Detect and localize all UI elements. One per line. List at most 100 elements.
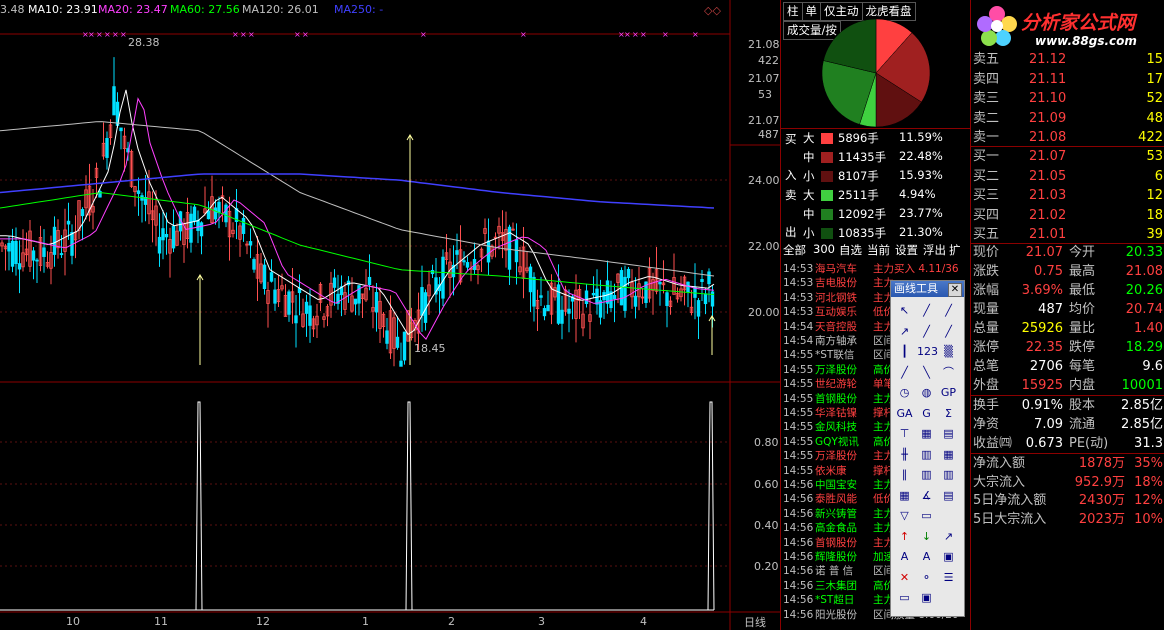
mid-tab[interactable]: 单 bbox=[801, 2, 821, 21]
radar-menu-item[interactable]: 自选 bbox=[839, 242, 862, 258]
close-icon[interactable]: ✕ bbox=[948, 283, 962, 297]
chart-canvas[interactable]: × × × × × × × × × × × × × × × × × × × bbox=[0, 0, 780, 630]
drawing-tool-button[interactable]: A bbox=[917, 547, 936, 566]
mid-tab[interactable]: 柱 bbox=[783, 2, 803, 21]
stat-label: 股本 bbox=[1069, 398, 1096, 413]
drawing-tool-window[interactable]: 画线工具 ✕ ↖ ╱ ╱ ↗ ╱ ╱ ┃ 123 ▒ ╱ ╲ ⌒ ◷ ◍ GP GA G Σ ⊤ ▦ ▤ ╫ ▥ ▦ ∥ ▥ ▥ ▦ ∡… bbox=[890, 280, 965, 617]
indicator-spike bbox=[405, 401, 413, 611]
drawing-tool-button[interactable]: ╱ bbox=[895, 363, 914, 382]
ask-row[interactable]: 卖四 21.11 17 bbox=[971, 70, 1164, 90]
bid-row[interactable]: 买三 21.03 12 bbox=[971, 186, 1164, 206]
bid-label: 买四 bbox=[973, 207, 1000, 223]
signal-mark: × bbox=[632, 30, 639, 39]
price-tick-label: 422 bbox=[758, 54, 779, 67]
ask-row[interactable]: 卖五 21.12 15 bbox=[971, 50, 1164, 70]
drawing-tool-button[interactable]: ☰ bbox=[939, 568, 958, 587]
bid-row[interactable]: 买一 21.07 53 bbox=[971, 147, 1164, 167]
drawing-tool-button[interactable]: ⚬ bbox=[917, 568, 936, 587]
candle-body bbox=[539, 295, 543, 298]
fund-row: 5日大宗流入 2023万 10% bbox=[971, 511, 1164, 530]
radar-time: 14:53 bbox=[783, 291, 814, 304]
drawing-tool-button[interactable]: ◷ bbox=[895, 383, 914, 402]
drawing-tool-button[interactable]: ╲ bbox=[917, 363, 936, 382]
drawing-tool-button[interactable]: ▣ bbox=[939, 547, 958, 566]
drawing-tool-button[interactable]: ↓ bbox=[917, 527, 936, 546]
candle-body bbox=[192, 206, 197, 222]
bid-row[interactable]: 买五 21.01 39 bbox=[971, 225, 1164, 245]
window-control-icons[interactable]: ◇◇ bbox=[704, 4, 721, 17]
drawing-tool-button[interactable]: ▤ bbox=[939, 424, 958, 443]
bid-row[interactable]: 买四 21.02 18 bbox=[971, 206, 1164, 226]
radar-menu-item[interactable]: 浮出 bbox=[923, 242, 946, 258]
high-price-label: 28.38 bbox=[128, 36, 160, 49]
stat-value: 0.91% bbox=[1021, 398, 1063, 413]
drawing-tool-button[interactable]: ↗ bbox=[939, 527, 958, 546]
drawing-tool-button[interactable]: 123 bbox=[917, 342, 938, 361]
drawing-tool-button[interactable]: A bbox=[895, 547, 914, 566]
drawing-tool-button[interactable]: ∡ bbox=[917, 486, 936, 505]
drawing-tool-button[interactable]: ▦ bbox=[917, 424, 936, 443]
drawing-tool-button[interactable]: ▥ bbox=[939, 465, 958, 484]
radar-menu-item[interactable]: 全部 bbox=[783, 242, 806, 258]
drawing-tool-button[interactable] bbox=[939, 506, 958, 525]
drawing-tool-button[interactable]: G bbox=[917, 404, 936, 423]
candle-body bbox=[399, 360, 403, 367]
drawing-tool-button[interactable]: ▭ bbox=[895, 588, 914, 607]
logo-url: www.88gs.com bbox=[1035, 34, 1137, 48]
radar-time: 14:53 bbox=[783, 306, 814, 319]
bid-volume: 18 bbox=[1146, 207, 1163, 223]
drawing-tool-button[interactable]: ↑ bbox=[895, 527, 914, 546]
drawing-tool-button[interactable]: ╱ bbox=[939, 301, 958, 320]
ask-price: 21.09 bbox=[1029, 110, 1067, 126]
drawing-tool-button[interactable]: ╱ bbox=[917, 301, 936, 320]
tool-title-bar[interactable]: 画线工具 ✕ bbox=[891, 281, 964, 297]
period-label[interactable]: 日线 bbox=[744, 614, 766, 630]
bid-volume: 12 bbox=[1146, 188, 1163, 203]
radar-stock-name: 诺 普 信 bbox=[815, 565, 854, 578]
drawing-tool-button[interactable]: ▥ bbox=[917, 445, 936, 464]
bid-volume: 39 bbox=[1146, 227, 1163, 242]
drawing-tool-button[interactable]: GA bbox=[895, 404, 914, 423]
drawing-tool-button[interactable]: ∥ bbox=[895, 465, 914, 484]
drawing-tool-button[interactable]: ✕ bbox=[895, 568, 914, 587]
drawing-tool-button[interactable]: ▤ bbox=[939, 486, 958, 505]
drawing-tool-button[interactable]: ▭ bbox=[917, 506, 936, 525]
radar-menu-item[interactable]: 设置 bbox=[895, 242, 918, 258]
drawing-tool-button[interactable] bbox=[939, 588, 958, 607]
radar-menu-item[interactable]: 扩 bbox=[949, 242, 961, 258]
candle-body bbox=[707, 271, 711, 285]
stat-label: 流通 bbox=[1069, 417, 1096, 432]
stat-value: 31.3 bbox=[1134, 436, 1163, 451]
radar-row[interactable]: 14:53 海马汽车 主力买入 4.11/36 bbox=[781, 262, 971, 276]
bid-volume: 6 bbox=[1154, 168, 1163, 184]
drawing-tool-button[interactable]: Σ bbox=[939, 404, 958, 423]
stat-label: 现量 bbox=[973, 302, 1000, 317]
kline-chart[interactable]: × × × × × × × × × × × × × × × × × × × 3.48 MA10: 23.91 MA20:… bbox=[0, 0, 780, 630]
drawing-tool-button[interactable]: ▥ bbox=[917, 465, 936, 484]
drawing-tool-button[interactable]: ╫ bbox=[895, 445, 914, 464]
drawing-tool-button[interactable]: ◍ bbox=[917, 383, 936, 402]
drawing-tool-button[interactable]: ▒ bbox=[939, 342, 958, 361]
drawing-tool-button[interactable]: ╱ bbox=[939, 322, 958, 341]
drawing-tool-button[interactable]: ↖ bbox=[895, 301, 914, 320]
candle-body bbox=[367, 276, 372, 286]
stat-label: PE(动) bbox=[1069, 436, 1109, 451]
drawing-tool-button[interactable]: ▣ bbox=[917, 588, 936, 607]
flow-color-swatch bbox=[821, 171, 833, 182]
radar-menu-item[interactable]: 当前 bbox=[867, 242, 890, 258]
drawing-tool-button[interactable]: GP bbox=[939, 383, 958, 402]
radar-menu-item[interactable]: 300 bbox=[813, 242, 835, 256]
candle-body bbox=[700, 279, 704, 282]
ask-row[interactable]: 卖三 21.10 52 bbox=[971, 89, 1164, 109]
ask-row[interactable]: 卖二 21.09 48 bbox=[971, 109, 1164, 129]
drawing-tool-button[interactable]: ▦ bbox=[895, 486, 914, 505]
drawing-tool-button[interactable]: ↗ bbox=[895, 322, 914, 341]
drawing-tool-button[interactable]: ╱ bbox=[917, 322, 936, 341]
bid-row[interactable]: 买二 21.05 6 bbox=[971, 167, 1164, 187]
drawing-tool-button[interactable]: ▦ bbox=[939, 445, 958, 464]
drawing-tool-button[interactable]: ▽ bbox=[895, 506, 914, 525]
drawing-tool-button[interactable]: ┃ bbox=[895, 342, 914, 361]
drawing-tool-button[interactable]: ⌒ bbox=[939, 363, 958, 382]
drawing-tool-button[interactable]: ⊤ bbox=[895, 424, 914, 443]
ask-row[interactable]: 卖一 21.08 422 bbox=[971, 128, 1164, 148]
